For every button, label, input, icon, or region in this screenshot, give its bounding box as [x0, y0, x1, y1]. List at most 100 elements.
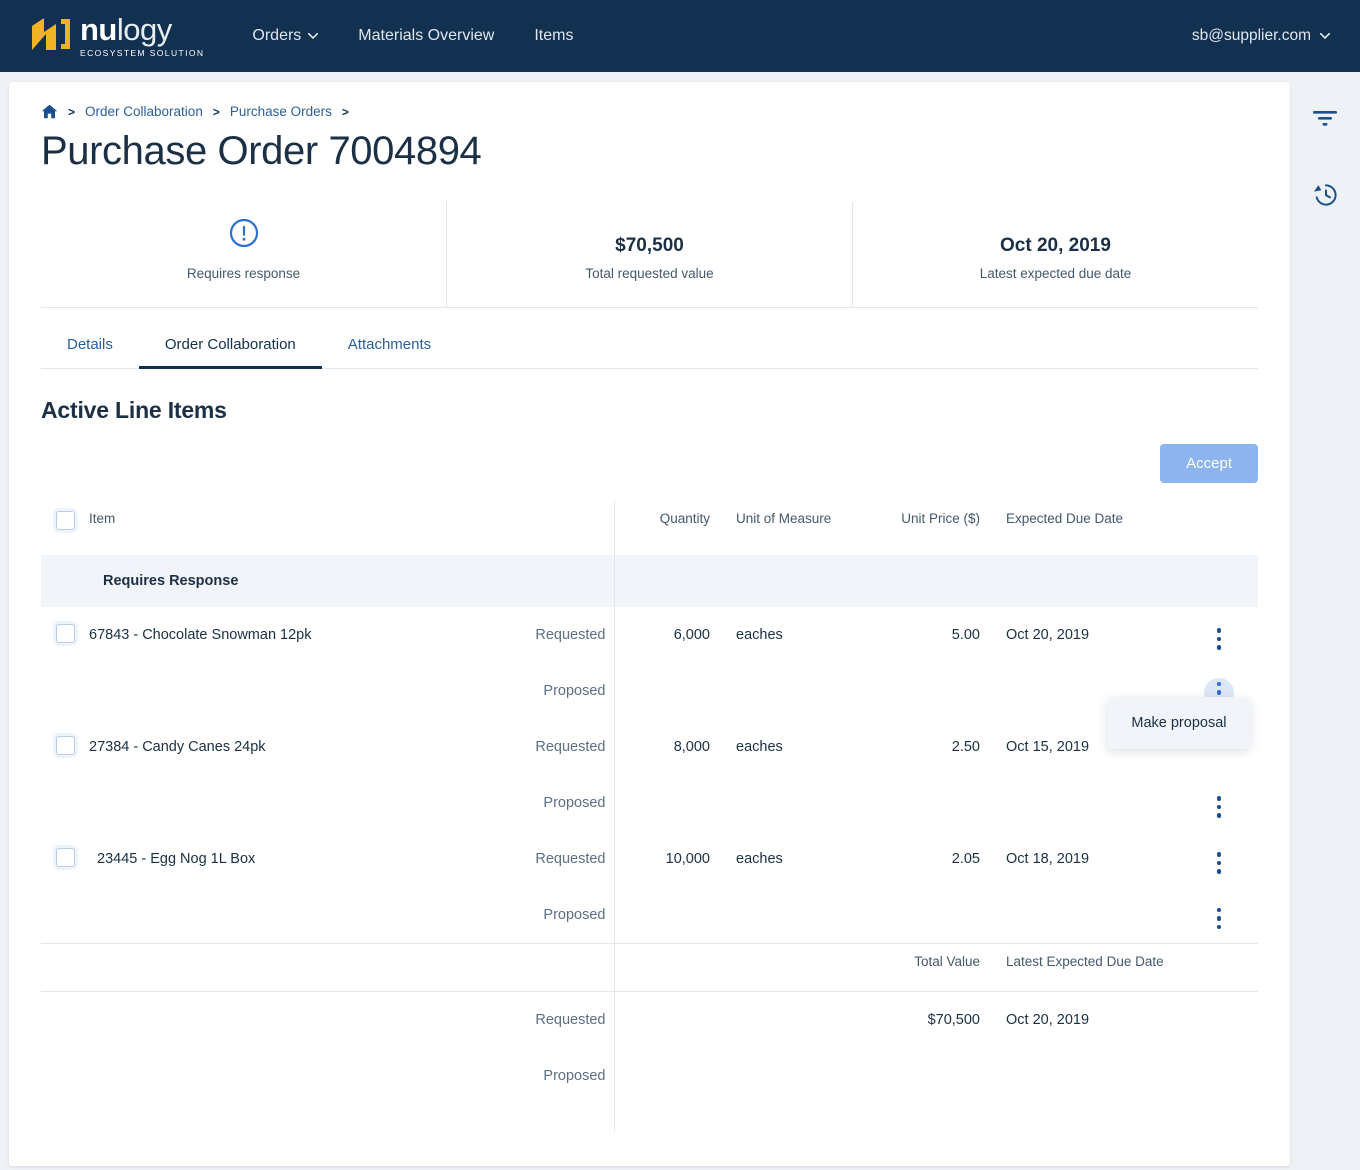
footer-spacer-actions: [1180, 1048, 1258, 1104]
home-icon[interactable]: [41, 104, 58, 119]
row-item-name-empty: [89, 887, 502, 943]
row-expected-due-date: Oct 20, 2019: [1006, 627, 1090, 643]
footer-header-spacer: [41, 944, 614, 992]
row-unit-of-measure: eaches: [736, 627, 783, 643]
footer-side-label-proposed: Proposed: [543, 1067, 606, 1084]
row-checkbox[interactable]: [55, 623, 75, 643]
filter-button[interactable]: [1308, 102, 1342, 136]
row-unit-price-proposed: [860, 663, 980, 719]
page-shell: > Order Collaboration > Purchase Orders …: [0, 72, 1360, 1166]
page-title: Purchase Order 7004894: [41, 129, 482, 173]
footer-spacer-chk: [41, 1048, 89, 1104]
row-side-label-requested: Requested: [535, 851, 606, 867]
row-quantity-proposed: [613, 887, 710, 943]
row-actions-menu-icon[interactable]: [1216, 852, 1222, 874]
row-actions-menu-icon[interactable]: [1216, 907, 1222, 930]
tab-details-label: Details: [67, 336, 113, 353]
line-items-action-bar: Accept: [41, 444, 1258, 483]
row-actions-cell-proposed: Make proposal: [1107, 663, 1258, 749]
breadcrumb-separator: >: [68, 104, 76, 119]
column-header-unit-price: Unit Price ($): [901, 511, 980, 526]
row-select-cell-empty: [41, 775, 89, 831]
row-unit-of-measure-proposed: [710, 775, 860, 831]
table-footer-row-requested: Requested $70,500 Oct 20, 2019: [41, 991, 1258, 1048]
user-email-label: sb@supplier.com: [1191, 27, 1311, 44]
breadcrumb-link-purchase-orders[interactable]: Purchase Orders: [230, 104, 332, 119]
primary-nav-items: Orders Materials Overview Items: [252, 27, 573, 45]
footer-spacer-actions: [1180, 992, 1258, 1048]
nulogy-logo-mark: [32, 18, 70, 50]
table-row: Proposed: [41, 887, 1258, 943]
tab-order-collaboration[interactable]: Order Collaboration: [138, 330, 322, 369]
footer-header-spacer-actions: [1180, 944, 1258, 992]
footer-spacer-qty: [613, 991, 710, 1048]
column-header-quantity: Quantity: [613, 501, 710, 555]
row-checkbox[interactable]: [55, 735, 75, 755]
purchase-order-card: > Order Collaboration > Purchase Orders …: [9, 82, 1290, 1166]
row-side-label-proposed: Proposed: [543, 906, 606, 923]
table-row: 23445 - Egg Nog 1L Box Requested 10,000 …: [41, 831, 1258, 887]
row-quantity-proposed: [613, 775, 710, 831]
stat-total-requested-value-label: Total requested value: [585, 266, 714, 281]
column-header-unit-of-measure: Unit of Measure: [736, 511, 832, 526]
row-select-cell: [41, 719, 89, 775]
make-proposal-menu-item[interactable]: Make proposal: [1107, 697, 1251, 749]
row-side-label-proposed: Proposed: [543, 683, 606, 699]
history-button[interactable]: [1308, 178, 1342, 212]
row-quantity-proposed: [613, 663, 710, 719]
row-side-label-requested: Requested: [535, 627, 606, 643]
group-header-spacer-actions: [1180, 555, 1258, 607]
table-header-row: Item Quantity Unit of Measure Unit Price…: [41, 501, 1258, 555]
tab-attachments[interactable]: Attachments: [322, 330, 457, 368]
nav-item-orders-label: Orders: [252, 27, 302, 44]
stat-latest-expected-due-date-value: Oct 20, 2019: [1000, 235, 1111, 256]
select-all-checkbox[interactable]: [55, 511, 75, 530]
group-header-spacer-price: [860, 555, 980, 607]
stat-requires-response-label: Requires response: [186, 266, 301, 281]
stat-latest-expected-due-date: Oct 20, 2019 Latest expected due date: [852, 202, 1258, 307]
row-item-name-empty: [89, 663, 502, 719]
row-select-cell: [41, 607, 89, 663]
footer-requested-total-value: $70,500: [927, 1011, 980, 1028]
row-unit-price-proposed: [860, 775, 980, 831]
history-icon: [1314, 184, 1337, 206]
select-all-header: [41, 501, 89, 555]
chevron-down-icon: [308, 33, 319, 39]
breadcrumb-separator: >: [212, 104, 220, 119]
row-actions-menu-icon[interactable]: [1216, 628, 1222, 650]
footer-requested-latest-due: Oct 20, 2019: [1006, 1011, 1090, 1028]
group-header-spacer-uom: [710, 555, 860, 607]
order-tabs: Details Order Collaboration Attachments: [41, 330, 1258, 369]
user-account-menu[interactable]: sb@supplier.com: [1192, 27, 1330, 45]
row-actions-cell-proposed: [1180, 887, 1258, 943]
nav-item-materials-overview[interactable]: Materials Overview: [358, 27, 494, 45]
row-actions-menu-icon[interactable]: [1216, 796, 1222, 818]
nav-item-items[interactable]: Items: [534, 27, 573, 45]
footer-spacer-uom: [710, 992, 860, 1048]
row-side-label-proposed: Proposed: [543, 795, 606, 811]
breadcrumb-link-order-collaboration[interactable]: Order Collaboration: [85, 104, 203, 119]
footer-side-label-requested: Requested: [535, 1011, 606, 1028]
table-footer-tail: [41, 1103, 1258, 1132]
filter-icon: [1313, 111, 1337, 126]
row-checkbox[interactable]: [55, 847, 75, 867]
row-select-cell: [41, 831, 89, 887]
brand-logo[interactable]: nulogy ECOSYSTEM SOLUTION: [30, 14, 204, 58]
row-actions-cell-proposed: [1180, 775, 1258, 831]
accept-button[interactable]: Accept: [1160, 444, 1258, 483]
column-header-side: [502, 501, 614, 555]
row-unit-of-measure: eaches: [736, 851, 783, 867]
section-title-active-line-items: Active Line Items: [41, 397, 227, 423]
table-row: 67843 - Chocolate Snowman 12pk Requested…: [41, 607, 1258, 663]
tab-attachments-label: Attachments: [347, 336, 432, 353]
active-line-items-table: Item Quantity Unit of Measure Unit Price…: [41, 501, 1258, 1132]
footer-header-latest-expected-due-date: Latest Expected Due Date: [1006, 953, 1164, 969]
tab-details[interactable]: Details: [41, 330, 139, 368]
table-row: 27384 - Candy Canes 24pk Requested 8,000…: [41, 719, 1258, 775]
brand-wordmark: nulogy: [80, 12, 172, 47]
row-unit-price: 5.00: [951, 627, 980, 643]
alert-circle-icon: [229, 218, 259, 253]
row-unit-price: 2.50: [951, 739, 980, 755]
nav-item-orders[interactable]: Orders: [252, 27, 319, 45]
row-side-label-requested: Requested: [535, 739, 606, 755]
